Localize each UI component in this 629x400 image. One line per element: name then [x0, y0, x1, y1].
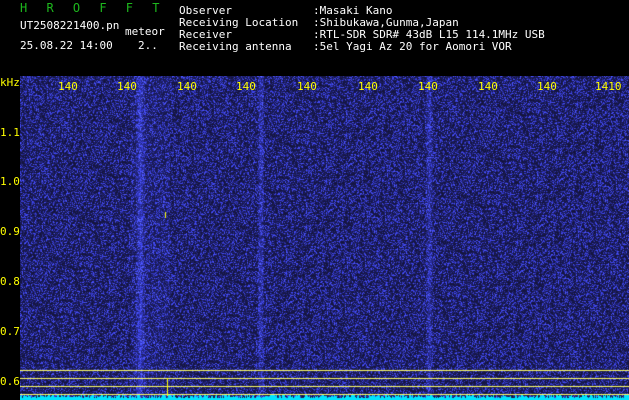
x-tick-label: 140	[418, 80, 438, 93]
x-tick-label: 140	[537, 80, 557, 93]
y-tick-label: 0.8	[0, 275, 20, 288]
x-tick-label: 140	[117, 80, 137, 93]
image-filename: UT2508221400.pn	[20, 19, 120, 32]
antenna-value: :5el Yagi Az 20 for Aomori VOR	[313, 40, 512, 53]
header-panel: H R O F F T UT2508221400.pn meteor 25.08…	[0, 0, 629, 76]
x-tick-label: 1410	[595, 80, 622, 93]
x-tick-label: 140	[358, 80, 378, 93]
y-tick-label: 1.1	[0, 126, 20, 139]
capture-datetime: 25.08.22 14:00	[20, 39, 113, 52]
antenna-label: Receiving antenna	[179, 40, 292, 53]
meteor-label: meteor	[125, 25, 165, 38]
spectrogram-canvas	[20, 76, 629, 400]
x-tick-label: 140	[177, 80, 197, 93]
y-tick-label: 0.9	[0, 225, 20, 238]
x-tick-label: 140	[236, 80, 256, 93]
y-axis-unit: kHz	[0, 76, 20, 89]
y-tick-label: 1.0	[0, 175, 20, 188]
x-tick-label: 140	[478, 80, 498, 93]
x-tick-label: 140	[58, 80, 78, 93]
waterfall-spectrogram	[20, 76, 629, 400]
x-tick-label: 140	[297, 80, 317, 93]
app-title: H R O F F T	[20, 1, 166, 15]
meteor-count: 2..	[138, 39, 158, 52]
y-tick-label: 0.7	[0, 325, 20, 338]
y-tick-label: 0.6	[0, 375, 20, 388]
